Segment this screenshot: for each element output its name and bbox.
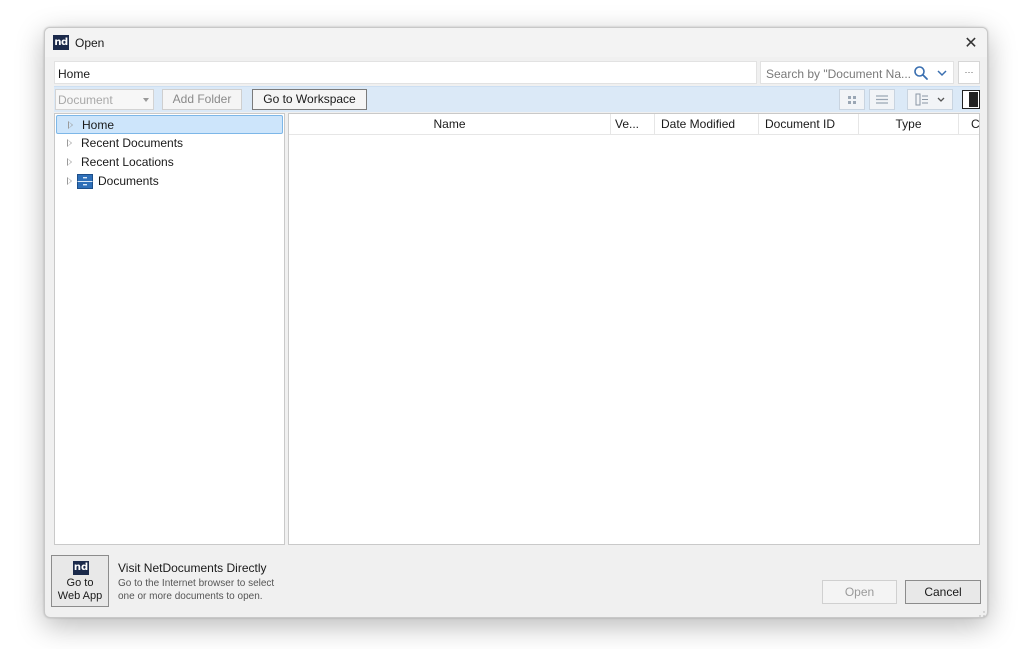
tree-item-label: Recent Documents bbox=[81, 136, 184, 150]
tree-item-recent-documents[interactable]: Recent Documents bbox=[56, 134, 283, 153]
netdocuments-logo-icon: nd bbox=[73, 561, 89, 575]
location-path-field[interactable]: Home bbox=[54, 61, 757, 84]
add-folder-button[interactable]: Add Folder bbox=[162, 89, 242, 110]
expand-arrow-icon[interactable] bbox=[67, 158, 72, 166]
tree-item-label: Recent Locations bbox=[81, 155, 174, 169]
grid-view-icon bbox=[848, 96, 856, 104]
column-header-version[interactable]: Ve... bbox=[611, 114, 655, 135]
preview-pane-toggle[interactable] bbox=[962, 90, 980, 109]
tiles-view-button[interactable] bbox=[839, 89, 865, 110]
web-app-label-line2: Web App bbox=[57, 590, 103, 602]
visit-desc-line1: Go to the Internet browser to select bbox=[118, 578, 275, 589]
tree-item-documents[interactable]: Documents bbox=[56, 172, 283, 191]
list-header: Name Ve... Date Modified Document ID Typ… bbox=[289, 114, 979, 135]
list-view-icon bbox=[876, 95, 888, 104]
search-input[interactable]: Search by "Document Na... bbox=[760, 61, 954, 84]
go-to-web-app-button[interactable]: nd Go to Web App bbox=[51, 555, 109, 607]
details-view-icon bbox=[915, 93, 945, 106]
column-header-type[interactable]: Type bbox=[859, 114, 959, 135]
details-view-dropdown[interactable] bbox=[907, 89, 953, 110]
expand-arrow-icon[interactable] bbox=[68, 121, 73, 129]
dropdown-caret-icon bbox=[143, 98, 149, 102]
resize-grip-icon[interactable] bbox=[977, 609, 985, 617]
web-app-label-line1: Go to bbox=[66, 577, 94, 589]
web-app-button-label: Go to Web App bbox=[52, 577, 108, 603]
netdocuments-logo-icon: nd bbox=[53, 35, 69, 50]
search-placeholder: Search by "Document Na... bbox=[766, 67, 910, 81]
tree-item-label: Home bbox=[82, 118, 115, 132]
chevron-down-icon[interactable] bbox=[935, 66, 949, 80]
document-list: Name Ve... Date Modified Document ID Typ… bbox=[288, 113, 980, 545]
column-header-name[interactable]: Name bbox=[289, 114, 611, 135]
visit-netdocuments-title: Visit NetDocuments Directly bbox=[118, 561, 267, 575]
open-dialog: nd Open ✕ Home Search by "Document Na...… bbox=[44, 27, 988, 618]
toolbar: Document Add Folder Go to Workspace bbox=[54, 86, 980, 112]
visit-desc-line2: one or more documents to open. bbox=[118, 591, 263, 602]
expand-arrow-icon[interactable] bbox=[67, 139, 72, 147]
column-header-document-id[interactable]: Document ID bbox=[759, 114, 859, 135]
visit-netdocuments-description: Go to the Internet browser to select one… bbox=[118, 577, 288, 603]
expand-arrow-icon[interactable] bbox=[67, 177, 72, 185]
list-view-button[interactable] bbox=[869, 89, 895, 110]
footer: nd Go to Web App Visit NetDocuments Dire… bbox=[45, 548, 987, 617]
close-icon: ✕ bbox=[964, 34, 978, 52]
close-button[interactable]: ✕ bbox=[955, 28, 987, 57]
tree-item-recent-locations[interactable]: Recent Locations bbox=[56, 153, 283, 172]
column-header-truncated[interactable]: C bbox=[959, 114, 979, 135]
document-type-select[interactable]: Document bbox=[55, 89, 154, 110]
preview-pane-icon bbox=[969, 92, 978, 107]
location-path-value: Home bbox=[58, 67, 91, 81]
cancel-button[interactable]: Cancel bbox=[905, 580, 981, 604]
search-icon[interactable] bbox=[913, 65, 929, 81]
more-options-button[interactable]: ··· bbox=[958, 61, 980, 84]
dialog-title: Open bbox=[75, 36, 105, 50]
cabinet-icon bbox=[77, 174, 93, 189]
title-bar: nd Open ✕ bbox=[45, 28, 987, 57]
navigation-tree: Home Recent Documents Recent Locations D… bbox=[54, 113, 285, 545]
open-button[interactable]: Open bbox=[822, 580, 897, 604]
column-header-date-modified[interactable]: Date Modified bbox=[655, 114, 759, 135]
tree-item-home[interactable]: Home bbox=[56, 115, 283, 134]
go-to-workspace-button[interactable]: Go to Workspace bbox=[252, 89, 367, 110]
tree-item-label: Documents bbox=[98, 174, 159, 188]
document-type-value: Document bbox=[58, 93, 113, 107]
